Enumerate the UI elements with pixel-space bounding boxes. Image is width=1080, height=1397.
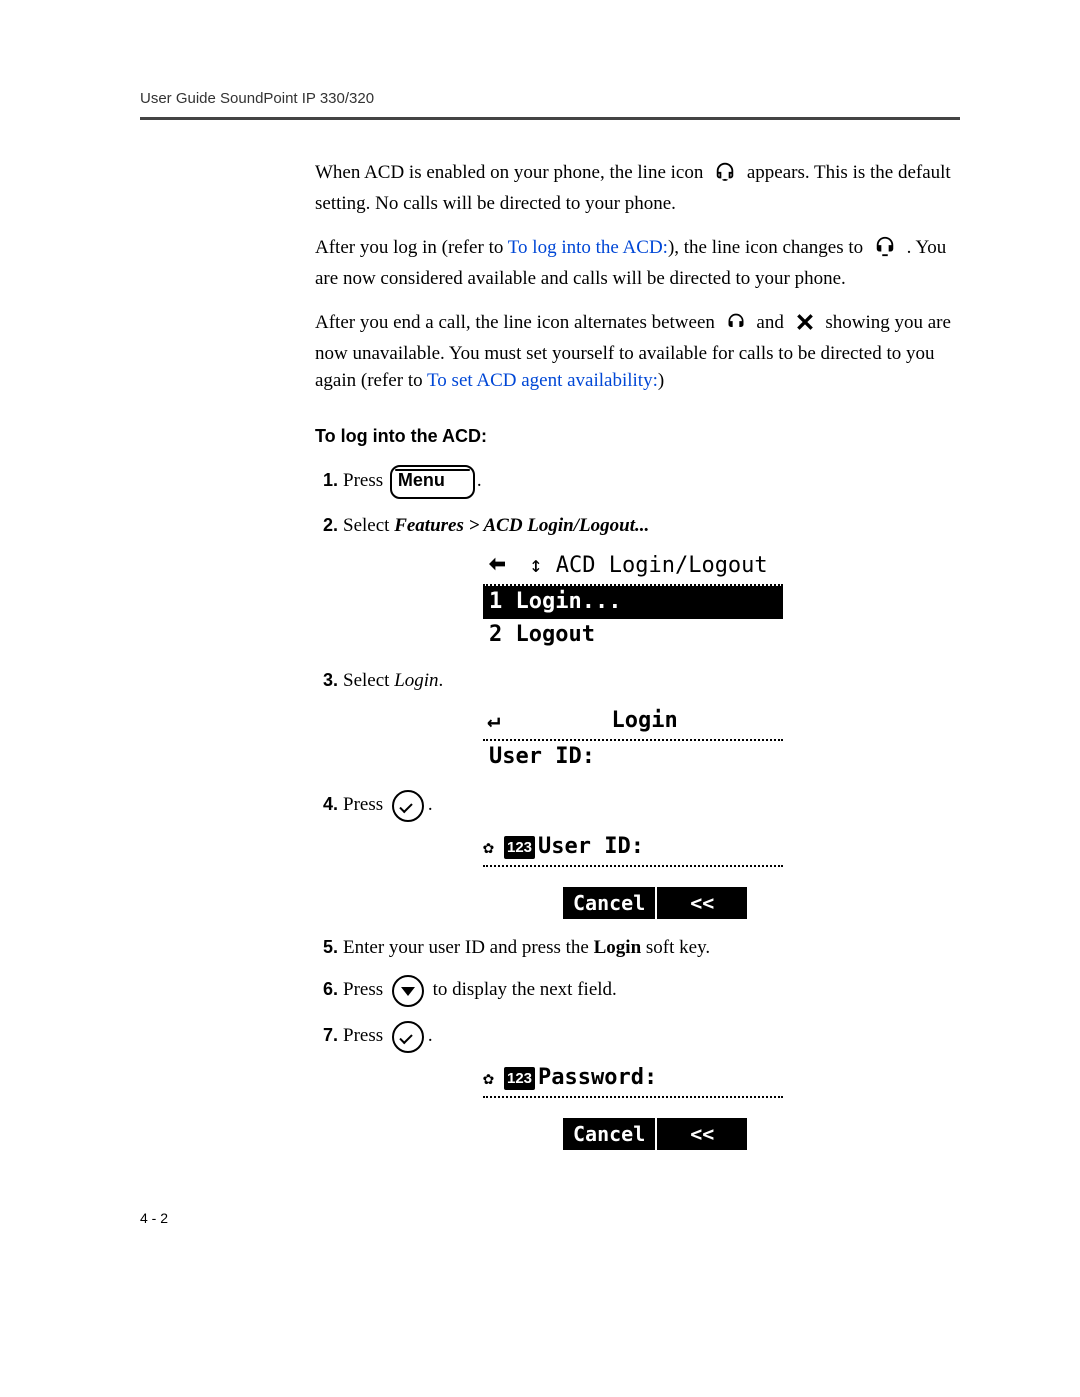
menu-path: Features > ACD Login/Logout... [394,515,649,536]
item-login: Login [394,670,438,691]
back-arrow-icon: ↵ [487,706,500,737]
x-cross-icon [795,312,815,341]
text: Press [343,979,383,1000]
softkey-backspace: << [657,887,747,919]
lcd-entry-line: 123 User ID: [483,832,783,867]
step-3: Select Login. ↵ Login User ID: [343,668,960,774]
field-label: User ID: [538,832,644,863]
input-mode-icon [483,838,501,856]
step-6: Press to display the next field. [343,975,960,1007]
input-mode-badge: 123 [504,1067,535,1090]
check-hard-key-icon [392,1021,424,1053]
text: . [428,794,433,815]
down-arrow-hard-key-icon [392,975,424,1007]
lcd-acd-login-logout: ↕ ACD Login/Logout 1 Login... 2 Logout [483,549,783,651]
text: to display the next field. [433,979,617,1000]
text: Press [343,470,383,491]
lcd-login-userid: ↵ Login User ID: [483,704,783,774]
text: Press [343,794,383,815]
text: After you log in (refer to [315,237,508,258]
lcd-row-login: 1 Login... [483,586,783,619]
page-number: 4 - 2 [140,1210,960,1226]
header-rule [140,117,960,120]
text: ), the line icon changes to [668,237,863,258]
section-heading: To log into the ACD: [315,424,960,449]
softkey-backspace: << [657,1118,747,1150]
step-7: Press . 123 Password: Cancel << [343,1021,960,1150]
softkey-name: Login [594,937,642,958]
lcd-title-row: ↵ Login [483,704,783,741]
lcd-password-entry: 123 Password: Cancel << [483,1063,783,1150]
lcd-row-logout: 2 Logout [483,619,783,652]
main-content: When ACD is enabled on your phone, the l… [315,160,960,1150]
lcd-row-userid: User ID: [483,741,783,774]
step-list: Press Menu. Select Features > ACD Login/… [315,465,960,1150]
text: Press [343,1025,383,1046]
menu-hard-key: Menu [390,465,475,498]
step-5: Enter your user ID and press the Login s… [343,935,960,962]
input-mode-icon [483,1069,501,1087]
text: soft key. [641,937,710,958]
text: When ACD is enabled on your phone, the l… [315,162,703,183]
lcd-title: Login [508,706,781,737]
link-to-log-into-acd[interactable]: To log into the ACD: [508,237,668,258]
step-4: Press . 123 User ID: Cancel << [343,790,960,919]
headset-filled-icon [874,235,896,266]
softkey-cancel: Cancel [563,1118,657,1150]
step-1: Press Menu. [343,465,960,498]
input-mode-badge: 123 [504,836,535,859]
softkey-cancel: Cancel [563,887,657,919]
back-arrow-icon [487,551,521,582]
running-head: User Guide SoundPoint IP 330/320 [140,90,960,107]
headset-filled-icon [726,312,746,341]
lcd-userid-entry: 123 User ID: Cancel << [483,832,783,919]
text: . [428,1025,433,1046]
lcd-title-row: ↕ ACD Login/Logout [483,549,783,586]
text: After you end a call, the line icon alte… [315,312,715,333]
paragraph-after-call: After you end a call, the line icon alte… [315,310,960,394]
softkey-row: Cancel << [563,887,783,919]
text: and [756,312,783,333]
text: ) [658,370,664,391]
lcd-entry-line: 123 Password: [483,1063,783,1098]
text: Select [343,670,394,691]
check-hard-key-icon [392,790,424,822]
text: Select [343,515,394,536]
headset-outline-icon [714,160,736,191]
field-label: Password: [538,1063,657,1094]
softkey-row: Cancel << [563,1118,783,1150]
step-2: Select Features > ACD Login/Logout... ↕ … [343,513,960,652]
text: Enter your user ID and press the [343,937,594,958]
paragraph-after-login: After you log in (refer to To log into t… [315,235,960,292]
text: . [439,670,444,691]
paragraph-acd-enabled: When ACD is enabled on your phone, the l… [315,160,960,217]
link-set-acd-availability[interactable]: To set ACD agent availability: [427,370,658,391]
text: . [477,470,482,491]
lcd-title: ↕ ACD Login/Logout [529,551,767,582]
